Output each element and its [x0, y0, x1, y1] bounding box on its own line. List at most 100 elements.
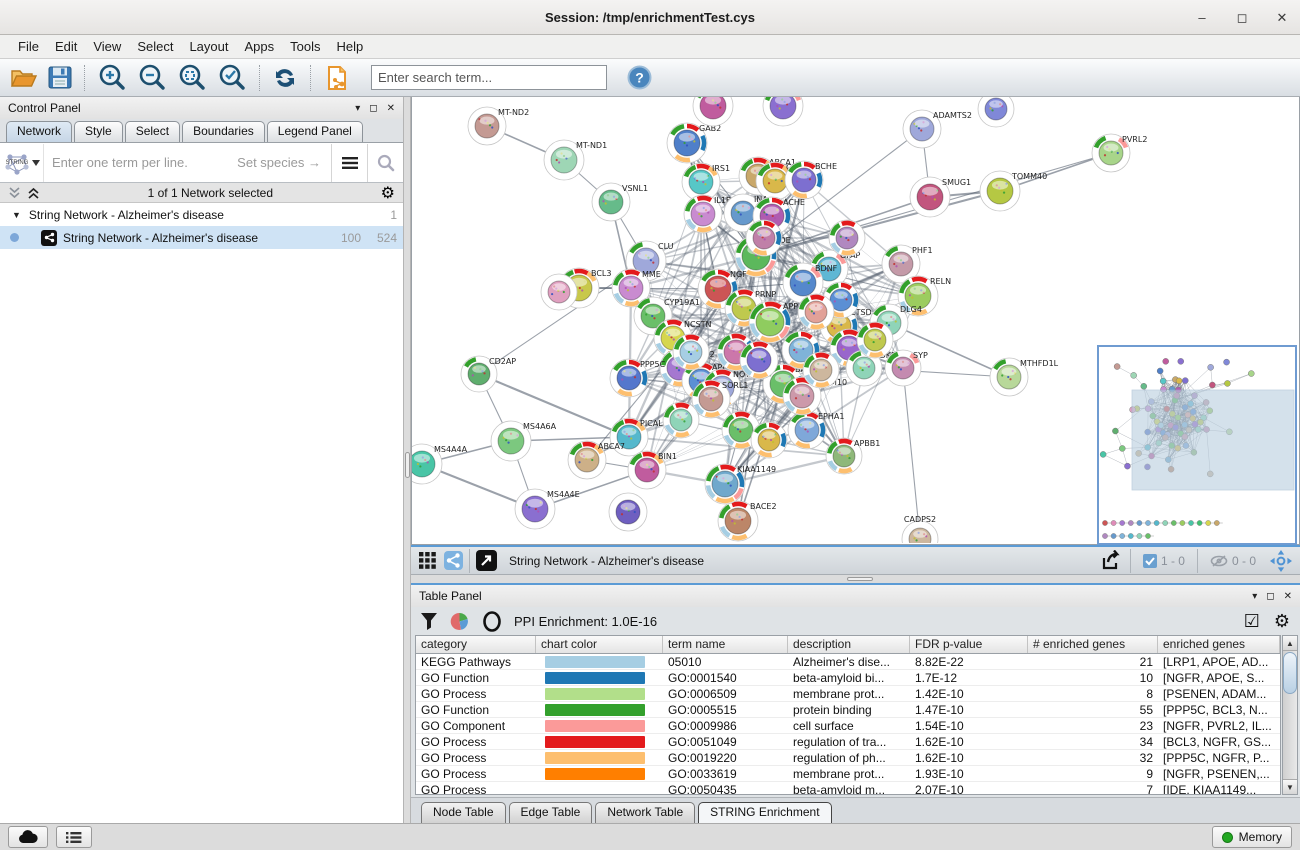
table-header-row[interactable]: categorychart colorterm namedescriptionF…	[416, 636, 1280, 654]
table-cell: beta-amyloid bi...	[788, 670, 910, 685]
menu-help[interactable]: Help	[329, 37, 372, 56]
table-cell: GO Process	[416, 734, 536, 749]
tab-boundaries[interactable]: Boundaries	[182, 121, 265, 142]
save-session-icon[interactable]	[48, 66, 72, 89]
scroll-down-icon[interactable]: ▼	[1283, 779, 1297, 794]
maximize-button[interactable]: ◻	[1234, 10, 1250, 26]
scrollbar-thumb[interactable]	[1283, 652, 1297, 694]
column-header[interactable]: # enriched genes	[1028, 636, 1158, 653]
table-panel-menu-icon[interactable]: ▾	[1252, 591, 1257, 602]
zoom-out-icon[interactable]	[137, 63, 167, 92]
menu-apps[interactable]: Apps	[237, 37, 283, 56]
network-collection-row[interactable]: ▼ String Network - Alzheimer's disease 1	[0, 203, 403, 226]
network-from-file-icon[interactable]	[323, 64, 351, 92]
minimize-button[interactable]: –	[1194, 10, 1210, 25]
help-icon[interactable]: ?	[627, 65, 652, 90]
column-header[interactable]: term name	[663, 636, 788, 653]
scroll-up-icon[interactable]: ▲	[1283, 636, 1297, 651]
open-in-window-icon[interactable]	[476, 550, 497, 571]
column-header[interactable]: FDR p-value	[910, 636, 1028, 653]
birds-eye-view[interactable]	[1097, 345, 1297, 545]
column-header[interactable]: chart color	[536, 636, 663, 653]
network-row-selected[interactable]: String Network - Alzheimer's disease 100…	[0, 226, 403, 249]
share-view-icon[interactable]	[444, 551, 463, 570]
column-header[interactable]: description	[788, 636, 910, 653]
table-row[interactable]: GO FunctionGO:0001540beta-amyloid bi...1…	[416, 670, 1280, 686]
zoom-in-icon[interactable]	[97, 63, 127, 92]
string-query-input[interactable]: Enter one term per line. Set species →	[44, 155, 331, 170]
tab-style[interactable]: Style	[74, 121, 123, 142]
table-row[interactable]: GO ProcessGO:0050435beta-amyloid m...2.0…	[416, 782, 1280, 795]
svg-text:NCSTN: NCSTN	[684, 320, 712, 329]
tree-caret-icon[interactable]: ▼	[12, 210, 21, 220]
table-row[interactable]: GO ProcessGO:0051049regulation of tra...…	[416, 734, 1280, 750]
filter-icon[interactable]	[421, 613, 437, 630]
panel-float-icon[interactable]: ◻	[369, 103, 377, 114]
network-options-gear-icon[interactable]: ⚙	[381, 183, 395, 203]
tab-network[interactable]: Network	[6, 121, 72, 142]
table-row[interactable]: GO ProcessGO:0019220regulation of ph...1…	[416, 750, 1280, 766]
select-rows-icon[interactable]: ☑	[1244, 611, 1260, 632]
table-row[interactable]: GO ComponentGO:0009986cell surface1.54E-…	[416, 718, 1280, 734]
table-row[interactable]: KEGG Pathways05010Alzheimer's dise...8.8…	[416, 654, 1280, 670]
string-search-icon[interactable]	[367, 144, 403, 182]
table-cell: 1.54E-10	[910, 718, 1028, 733]
column-header[interactable]: category	[416, 636, 536, 653]
menu-tools[interactable]: Tools	[282, 37, 328, 56]
tab-network-table[interactable]: Network Table	[595, 802, 695, 823]
table-cell: 1.42E-10	[910, 686, 1028, 701]
enrichment-chart-icon[interactable]	[449, 611, 470, 632]
table-panel-close-icon[interactable]: ✕	[1284, 591, 1292, 602]
menu-select[interactable]: Select	[129, 37, 181, 56]
table-cell: GO Process	[416, 782, 536, 795]
tab-string-enrichment[interactable]: STRING Enrichment	[698, 802, 831, 823]
column-header[interactable]: enriched genes	[1158, 636, 1280, 653]
table-splitter-handle[interactable]	[847, 577, 873, 581]
chart-color-swatch	[545, 720, 645, 732]
table-splitter[interactable]	[411, 575, 1300, 583]
table-cell: 8.82E-22	[910, 654, 1028, 669]
task-history-button[interactable]	[56, 826, 92, 848]
panel-splitter[interactable]	[404, 97, 411, 823]
string-options-icon[interactable]	[331, 144, 367, 182]
table-settings-gear-icon[interactable]: ⚙	[1274, 611, 1290, 632]
export-network-icon[interactable]	[1100, 550, 1124, 572]
table-cell: 1.62E-10	[910, 750, 1028, 765]
menu-layout[interactable]: Layout	[181, 37, 236, 56]
panel-menu-icon[interactable]: ▾	[355, 103, 360, 114]
table-body[interactable]: KEGG Pathways05010Alzheimer's dise...8.8…	[416, 654, 1280, 795]
zoom-fit-icon[interactable]	[177, 63, 207, 92]
menu-file[interactable]: File	[10, 37, 47, 56]
table-row[interactable]: GO FunctionGO:0005515protein binding1.47…	[416, 702, 1280, 718]
string-protein-query-icon[interactable]: STRING	[0, 144, 44, 182]
memory-button[interactable]: Memory	[1212, 826, 1292, 848]
menu-edit[interactable]: Edit	[47, 37, 85, 56]
table-row[interactable]: GO ProcessGO:0033619membrane prot...1.93…	[416, 766, 1280, 782]
tab-node-table[interactable]: Node Table	[421, 802, 506, 823]
grid-view-icon[interactable]	[411, 552, 444, 569]
network-canvas[interactable]: MT-ND2MT-ND1VSNL1GAB2ADAMTS2SMUG1TOMM40P…	[411, 97, 1300, 545]
tab-select[interactable]: Select	[125, 121, 180, 142]
table-panel-float-icon[interactable]: ◻	[1266, 591, 1274, 602]
collapse-all-icon[interactable]	[8, 187, 21, 199]
ring-chart-icon[interactable]	[482, 611, 502, 632]
zoom-selected-icon[interactable]	[217, 63, 247, 92]
refresh-network-icon[interactable]	[272, 65, 298, 91]
close-button[interactable]: ✕	[1274, 10, 1290, 26]
open-session-icon[interactable]	[10, 67, 38, 89]
tab-legend-panel[interactable]: Legend Panel	[267, 121, 363, 142]
pan-compass-icon[interactable]	[1262, 550, 1300, 572]
table-scrollbar[interactable]: ▲ ▼	[1282, 635, 1298, 795]
splitter-handle[interactable]	[405, 452, 410, 478]
table-cell: 23	[1028, 718, 1158, 733]
search-input[interactable]	[371, 65, 607, 90]
enrichment-table[interactable]: categorychart colorterm namedescriptionF…	[415, 635, 1281, 795]
expand-all-icon[interactable]	[27, 187, 40, 199]
tab-edge-table[interactable]: Edge Table	[509, 802, 593, 823]
panel-close-icon[interactable]: ✕	[387, 103, 395, 114]
hidden-nodes-counter: 0 - 0	[1204, 554, 1262, 568]
automation-cloud-button[interactable]	[8, 826, 48, 848]
table-cell: [PPP5C, BCL3, N...	[1158, 702, 1280, 717]
menu-view[interactable]: View	[85, 37, 129, 56]
table-row[interactable]: GO ProcessGO:0006509membrane prot...1.42…	[416, 686, 1280, 702]
